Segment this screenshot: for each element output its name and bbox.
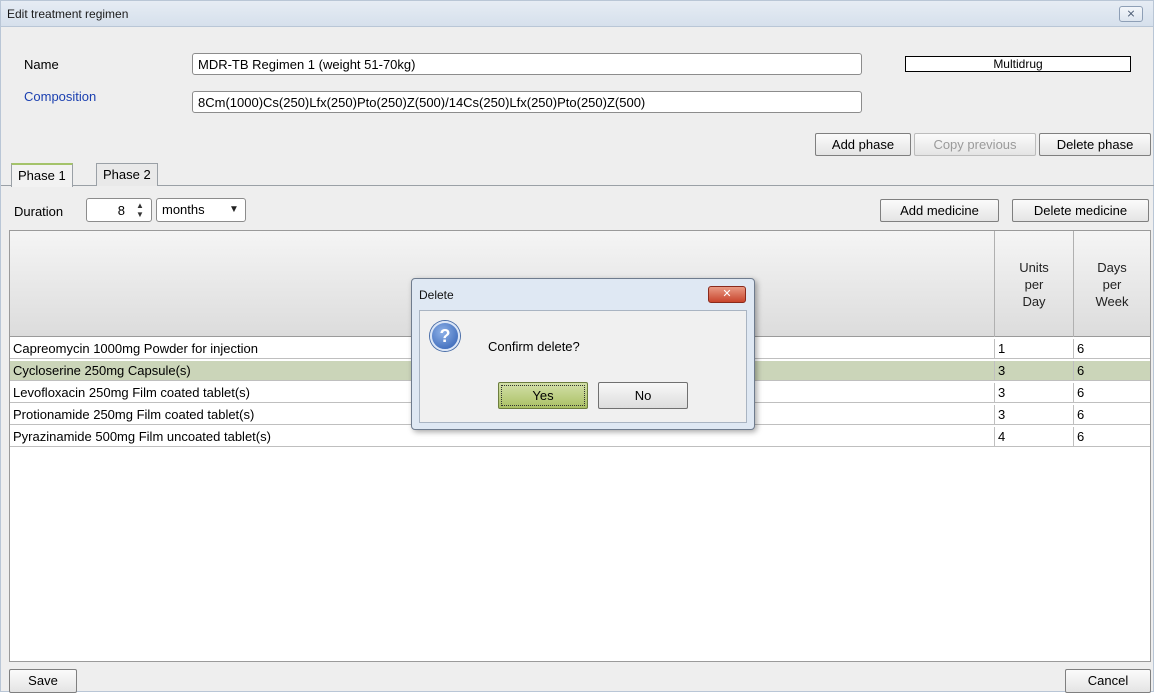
window-title: Edit treatment regimen bbox=[7, 7, 129, 21]
add-phase-button[interactable]: Add phase bbox=[815, 133, 911, 156]
days-cell: 6 bbox=[1073, 361, 1150, 380]
save-button[interactable]: Save bbox=[9, 669, 77, 693]
duration-unit-select[interactable]: months ▼ bbox=[156, 198, 246, 222]
copy-previous-button[interactable]: Copy previous bbox=[914, 133, 1036, 156]
name-field[interactable]: MDR-TB Regimen 1 (weight 51-70kg) bbox=[192, 53, 862, 75]
dialog-close-icon[interactable]: ✕ bbox=[708, 286, 746, 303]
header-days-per-week[interactable]: Days per Week bbox=[1073, 231, 1150, 337]
no-button[interactable]: No bbox=[598, 382, 688, 409]
days-cell: 6 bbox=[1073, 427, 1150, 446]
tab-phase-2[interactable]: Phase 2 bbox=[96, 163, 158, 186]
composition-label: Composition bbox=[24, 89, 97, 104]
name-label: Name bbox=[24, 57, 59, 72]
delete-confirm-dialog: Delete ✕ ? Confirm delete? Yes No bbox=[411, 278, 755, 430]
units-cell: 3 bbox=[994, 361, 1073, 380]
close-icon[interactable]: ⨯ bbox=[1119, 6, 1143, 22]
duration-value: 8 bbox=[117, 203, 125, 218]
edit-regimen-window: Edit treatment regimen ⨯ Name MDR-TB Reg… bbox=[0, 0, 1154, 693]
dialog-title: Delete bbox=[419, 288, 454, 302]
dialog-body: ? Confirm delete? Yes No bbox=[419, 310, 747, 423]
yes-button[interactable]: Yes bbox=[498, 382, 588, 409]
delete-medicine-button[interactable]: Delete medicine bbox=[1012, 199, 1149, 222]
units-cell: 3 bbox=[994, 383, 1073, 402]
cancel-button[interactable]: Cancel bbox=[1065, 669, 1151, 693]
duration-spinner[interactable]: 8 ▲ ▼ bbox=[86, 198, 152, 222]
tab-phase-1[interactable]: Phase 1 bbox=[11, 163, 73, 187]
days-cell: 6 bbox=[1073, 383, 1150, 402]
add-medicine-button[interactable]: Add medicine bbox=[880, 199, 999, 222]
units-cell: 3 bbox=[994, 405, 1073, 424]
delete-phase-button[interactable]: Delete phase bbox=[1039, 133, 1151, 156]
title-bar: Edit treatment regimen ⨯ bbox=[1, 1, 1153, 27]
question-icon: ? bbox=[430, 321, 460, 351]
units-cell: 1 bbox=[994, 339, 1073, 358]
regimen-type-badge: Multidrug bbox=[905, 56, 1131, 72]
header-units-per-day[interactable]: Units per Day bbox=[994, 231, 1073, 337]
spinner-arrows-icon[interactable]: ▲ ▼ bbox=[133, 201, 147, 219]
chevron-down-icon: ▼ bbox=[229, 204, 239, 215]
duration-unit-value: months bbox=[162, 202, 205, 217]
days-cell: 6 bbox=[1073, 339, 1150, 358]
days-cell: 6 bbox=[1073, 405, 1150, 424]
tab-strip-divider bbox=[1, 185, 1154, 186]
duration-label: Duration bbox=[14, 204, 64, 219]
table-row[interactable]: Pyrazinamide 500mg Film uncoated tablet(… bbox=[10, 427, 1150, 447]
units-cell: 4 bbox=[994, 427, 1073, 446]
dialog-message: Confirm delete? bbox=[488, 339, 580, 354]
composition-field[interactable]: 8Cm(1000)Cs(250)Lfx(250)Pto(250)Z(500)/1… bbox=[192, 91, 862, 113]
